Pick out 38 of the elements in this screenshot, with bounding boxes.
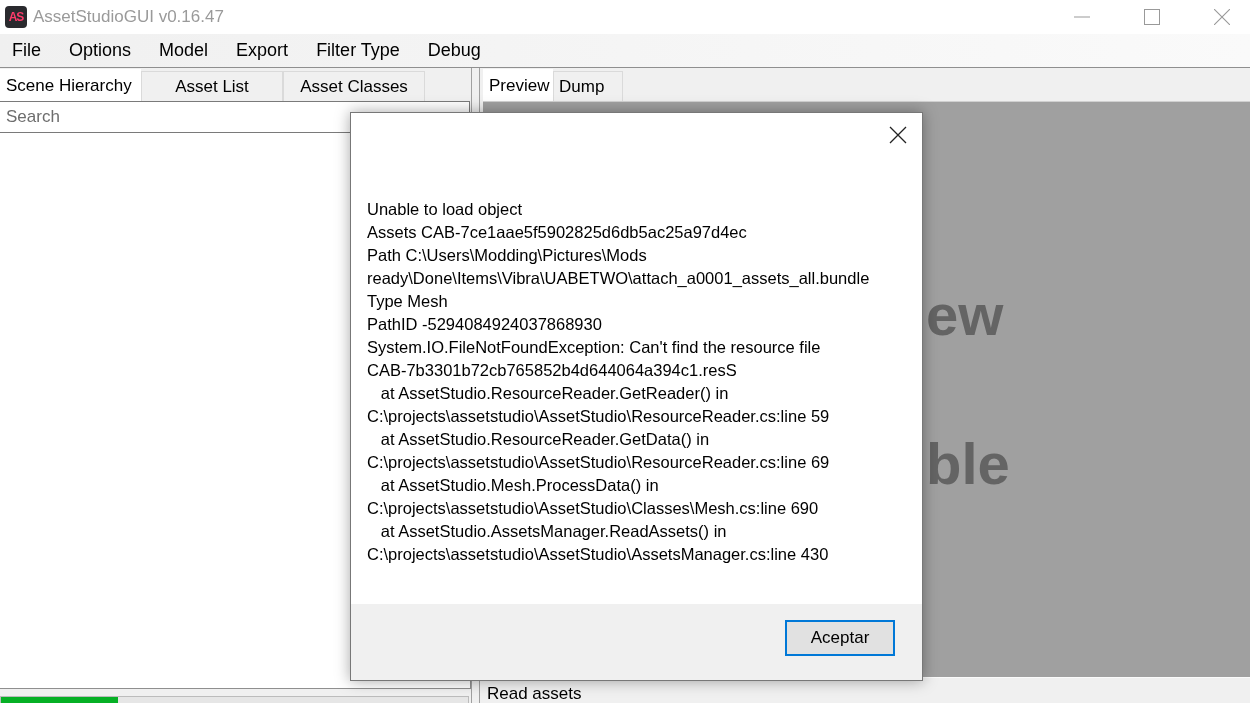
maximize-icon xyxy=(1144,9,1160,25)
tab[interactable]: Dump xyxy=(553,71,623,101)
menu-item[interactable]: Export xyxy=(224,37,303,64)
message-line: at AssetStudio.Mesh.ProcessData() in xyxy=(379,475,659,496)
message-line: Assets CAB-7ce1aae5f5902825d6db5ac25a97d4ec xyxy=(367,222,747,243)
tab[interactable]: Preview xyxy=(483,69,553,101)
message-line: C:\projects\assetstudio\AssetStudio\AssetsManager.cs:line 430 xyxy=(367,544,829,565)
menu-item[interactable]: Filter Type xyxy=(304,37,414,64)
dialog-close-button[interactable] xyxy=(889,126,907,144)
message-line: at AssetStudio.AssetsManager.ReadAssets() in xyxy=(379,521,727,542)
message-line: Type Mesh xyxy=(367,291,448,312)
message-line: System.IO.FileNotFoundException: Can't find the resource file xyxy=(367,337,821,358)
status-text: Read assets xyxy=(487,684,582,703)
message-line: at AssetStudio.ResourceReader.GetReader() in xyxy=(379,383,729,404)
preview-message: ble xyxy=(926,435,1010,493)
message-line: PathID -5294084924037868930 xyxy=(367,314,602,335)
message-line: ready\Done\Items\Vibra\UABETWO\attach_a0001_assets_all.bundle xyxy=(367,268,870,289)
menu-item[interactable]: File xyxy=(0,37,55,64)
message-line: C:\projects\assetstudio\AssetStudio\Classes\Mesh.cs:line 690 xyxy=(367,498,819,519)
close-icon xyxy=(889,126,907,144)
menu-item[interactable]: Options xyxy=(57,37,146,64)
ok-button[interactable]: Aceptar xyxy=(785,620,895,656)
tab[interactable]: Asset List xyxy=(141,71,283,101)
menu-item[interactable]: Model xyxy=(147,37,223,64)
tab[interactable]: Scene Hierarchy xyxy=(0,69,141,101)
message-line: Path C:\Users\Modding\Pictures\Mods xyxy=(367,245,647,266)
message-line: CAB-7b3301b72cb765852b4d644064a394c1.resS xyxy=(367,360,737,381)
menu-item[interactable]: Debug xyxy=(415,37,495,64)
message-line: C:\projects\assetstudio\AssetStudio\ResourceReader.cs:line 59 xyxy=(367,406,830,427)
window-title: AssetStudioGUI v0.16.47 xyxy=(33,7,225,27)
close-icon xyxy=(1214,9,1230,25)
message-line: Unable to load object xyxy=(367,199,523,220)
app-logo: AS xyxy=(5,6,27,28)
message-line: C:\projects\assetstudio\AssetStudio\ResourceReader.cs:line 69 xyxy=(367,452,830,473)
message-line: at AssetStudio.ResourceReader.GetData() in xyxy=(379,429,710,450)
minimize-icon xyxy=(1074,16,1090,18)
tab[interactable]: Asset Classes xyxy=(283,71,425,101)
preview-message: ew xyxy=(926,286,1004,344)
